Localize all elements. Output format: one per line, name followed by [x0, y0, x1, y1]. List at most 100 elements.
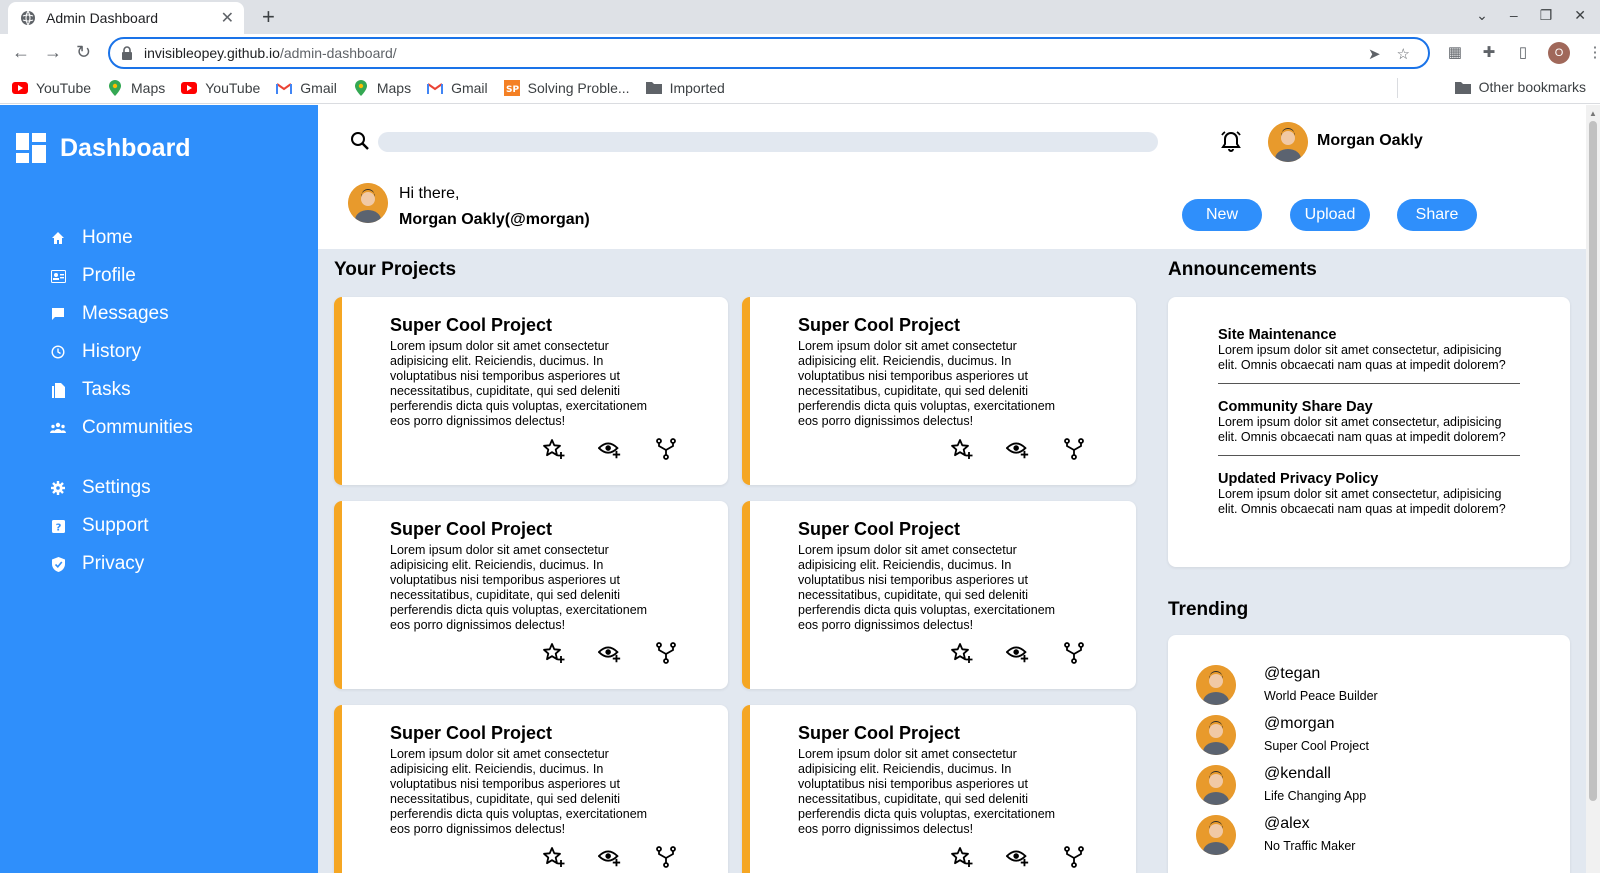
announcement-item[interactable]: Community Share Day Lorem ipsum dolor si…	[1218, 399, 1520, 445]
sidebar-item-settings[interactable]: Settings	[50, 477, 151, 499]
bookmark-item[interactable]: Maps	[107, 79, 165, 96]
sidebar-item-messages[interactable]: Messages	[50, 303, 169, 325]
sidebar-item-privacy[interactable]: Privacy	[50, 553, 144, 575]
watch-add-icon[interactable]	[1006, 845, 1030, 869]
fork-icon[interactable]	[1062, 641, 1086, 665]
omnibox-actions: ➤ ☆	[1368, 45, 1410, 63]
project-card[interactable]: Super Cool Project Lorem ipsum dolor sit…	[334, 705, 728, 873]
tab-close-icon[interactable]: ✕	[221, 8, 234, 28]
scroll-up-icon[interactable]: ▲	[1589, 109, 1597, 118]
avatar	[1196, 665, 1236, 705]
sidebar-item-tasks[interactable]: Tasks	[50, 379, 131, 401]
watch-add-icon[interactable]	[598, 845, 622, 869]
tab-search-icon[interactable]: ⌄	[1476, 7, 1488, 24]
star-add-icon[interactable]	[542, 641, 566, 665]
support-icon: ?	[50, 518, 66, 534]
star-add-icon[interactable]	[950, 437, 974, 461]
close-window-icon[interactable]: ✕	[1574, 7, 1586, 24]
project-card[interactable]: Super Cool Project Lorem ipsum dolor sit…	[742, 501, 1136, 689]
upload-button[interactable]: Upload	[1290, 199, 1370, 231]
divider	[1218, 383, 1520, 384]
star-add-icon[interactable]	[542, 437, 566, 461]
trending-item[interactable]: @alex No Traffic Maker	[1196, 815, 1355, 855]
bookmark-item[interactable]: Maps	[353, 79, 411, 96]
sidebar-item-support[interactable]: ? Support	[50, 515, 149, 537]
bookmark-label: YouTube	[36, 79, 92, 96]
bookmarks-divider	[1397, 78, 1398, 98]
notification-bell-icon[interactable]	[1218, 129, 1244, 155]
search-icon[interactable]	[350, 131, 370, 151]
fork-icon[interactable]	[654, 437, 678, 461]
star-add-icon[interactable]	[950, 641, 974, 665]
bookmark-item[interactable]: Gmail	[427, 80, 488, 96]
project-card[interactable]: Super Cool Project Lorem ipsum dolor sit…	[334, 297, 728, 485]
extension-icon[interactable]: ▦	[1446, 44, 1464, 62]
watch-add-icon[interactable]	[598, 437, 622, 461]
project-title: Super Cool Project	[390, 723, 553, 743]
project-actions	[542, 845, 678, 869]
new-button[interactable]: New	[1182, 199, 1262, 231]
folder-icon	[645, 80, 662, 96]
bookmark-item[interactable]: Imported	[645, 80, 725, 96]
reload-icon[interactable]: ↻	[76, 42, 91, 62]
settings-icon	[50, 480, 66, 496]
bookmark-item[interactable]: SP Solving Proble...	[503, 79, 630, 96]
puzzle-icon[interactable]: ✚	[1480, 44, 1498, 62]
trending-project: No Traffic Maker	[1264, 839, 1356, 853]
project-card[interactable]: Super Cool Project Lorem ipsum dolor sit…	[742, 297, 1136, 485]
sidebar-item-home[interactable]: Home	[50, 227, 133, 249]
project-card[interactable]: Super Cool Project Lorem ipsum dolor sit…	[742, 705, 1136, 873]
new-tab-icon[interactable]: +	[262, 5, 275, 29]
other-bookmarks[interactable]: Other bookmarks	[1454, 79, 1586, 95]
trending-item[interactable]: @kendall Life Changing App	[1196, 765, 1366, 805]
minimize-icon[interactable]: –	[1510, 7, 1518, 24]
send-icon[interactable]: ➤	[1368, 45, 1381, 63]
watch-add-icon[interactable]	[1006, 641, 1030, 665]
sidebar-item-history[interactable]: History	[50, 341, 141, 363]
side-panel-icon[interactable]: ▯	[1514, 44, 1532, 62]
sidebar-item-label: Profile	[82, 265, 136, 286]
fork-icon[interactable]	[654, 845, 678, 869]
avatar[interactable]	[1268, 122, 1308, 162]
address-bar[interactable]: invisibleopey.github.io/admin-dashboard/…	[108, 37, 1430, 69]
watch-add-icon[interactable]	[598, 641, 622, 665]
sidebar-item-communities[interactable]: Communities	[50, 417, 193, 439]
trending-item[interactable]: @tegan World Peace Builder	[1196, 665, 1378, 705]
bookmark-star-icon[interactable]: ☆	[1397, 45, 1410, 63]
browser-toolbar: ← → ↻ invisibleopey.github.io/admin-dash…	[0, 34, 1600, 72]
avatar	[1196, 765, 1236, 805]
menu-icon[interactable]: ⋮	[1586, 44, 1600, 62]
forward-icon[interactable]: →	[44, 42, 62, 62]
share-button[interactable]: Share	[1397, 199, 1477, 231]
sidebar-item-profile[interactable]: Profile	[50, 265, 136, 287]
brand[interactable]: Dashboard	[16, 133, 191, 163]
watch-add-icon[interactable]	[1006, 437, 1030, 461]
announcement-item[interactable]: Site Maintenance Lorem ipsum dolor sit a…	[1218, 327, 1520, 373]
bookmark-item[interactable]: YouTube	[181, 80, 260, 96]
restore-icon[interactable]: ❐	[1540, 7, 1553, 24]
fork-icon[interactable]	[654, 641, 678, 665]
scrollbar-thumb[interactable]	[1589, 121, 1597, 801]
project-description: Lorem ipsum dolor sit amet consectetur a…	[798, 543, 1056, 632]
profile-avatar[interactable]: O	[1548, 42, 1570, 64]
trending-item[interactable]: @morgan Super Cool Project	[1196, 715, 1369, 755]
project-description: Lorem ipsum dolor sit amet consectetur a…	[798, 339, 1056, 428]
sidebar-item-label: History	[82, 341, 142, 362]
bookmark-item[interactable]: Gmail	[276, 80, 337, 96]
star-add-icon[interactable]	[950, 845, 974, 869]
url-text: invisibleopey.github.io/admin-dashboard/	[144, 45, 397, 61]
fork-icon[interactable]	[1062, 437, 1086, 461]
project-card[interactable]: Super Cool Project Lorem ipsum dolor sit…	[334, 501, 728, 689]
star-add-icon[interactable]	[542, 845, 566, 869]
announcement-item[interactable]: Updated Privacy Policy Lorem ipsum dolor…	[1218, 471, 1520, 517]
bookmark-item[interactable]: YouTube	[12, 80, 91, 96]
user-name[interactable]: Morgan Oakly	[1317, 132, 1423, 150]
fork-icon[interactable]	[1062, 845, 1086, 869]
bookmark-label: Gmail	[300, 79, 337, 96]
page-scrollbar[interactable]: ▲	[1586, 105, 1600, 873]
project-actions	[542, 641, 678, 665]
browser-tab[interactable]: Admin Dashboard ✕	[8, 2, 244, 34]
lock-icon	[122, 46, 132, 60]
search-input[interactable]	[378, 132, 1158, 152]
back-icon[interactable]: ←	[12, 42, 30, 62]
